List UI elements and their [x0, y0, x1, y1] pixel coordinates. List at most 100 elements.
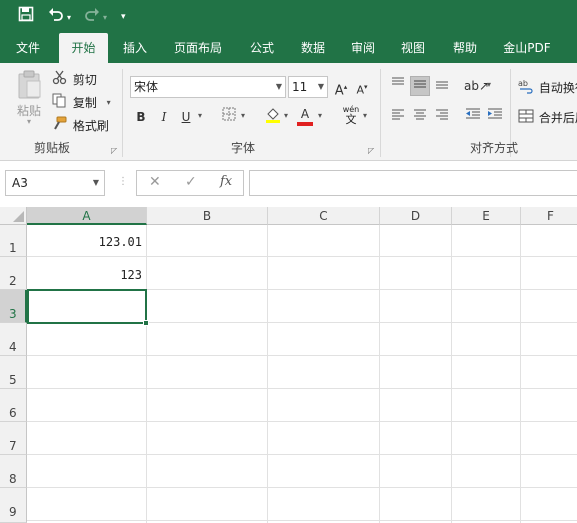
row-header-1[interactable]: 1 [0, 225, 27, 257]
shrink-font-icon: A [356, 83, 364, 97]
grow-font-button[interactable]: A▴ [331, 77, 351, 98]
underline-button[interactable]: U [176, 107, 196, 127]
fill-color-button[interactable] [263, 107, 283, 127]
font-size-value: 11 [292, 80, 308, 94]
worksheet-grid[interactable]: A B C D E F 1 2 3 4 5 6 7 8 9 123.01 123 [0, 207, 577, 523]
fill-handle[interactable] [143, 320, 149, 326]
row-header-2[interactable]: 2 [0, 257, 27, 290]
column-header-f[interactable]: F [521, 207, 577, 225]
name-box[interactable]: A3 ▼ [5, 170, 105, 196]
column-header-d[interactable]: D [380, 207, 452, 225]
column-header-c[interactable]: C [268, 207, 380, 225]
customize-qat-icon[interactable]: ▾ [121, 7, 126, 27]
tab-home[interactable]: 开始 [59, 33, 108, 63]
gridline [451, 225, 452, 523]
gridline [27, 355, 577, 356]
cancel-icon[interactable]: ✕ [149, 174, 161, 190]
gridline [27, 421, 577, 422]
format-painter-button[interactable]: 格式刷 [52, 116, 109, 134]
align-left-button[interactable] [388, 107, 408, 127]
ribbon-home: 粘贴 ▾ 剪切 复制 ▾ 格式刷 剪贴板 ◸ 宋体 ▼ 11 ▼ A▴ A▾ B… [0, 63, 577, 161]
paste-dropdown-icon[interactable]: ▾ [12, 118, 46, 126]
row-header-6[interactable]: 6 [0, 389, 27, 422]
tab-page-layout[interactable]: 页面布局 [166, 33, 230, 63]
copy-label: 复制 [72, 95, 97, 110]
bold-button[interactable]: B [131, 107, 151, 127]
cut-button[interactable]: 剪切 [52, 70, 97, 88]
scissors-icon [52, 70, 67, 89]
redo-icon[interactable] [84, 6, 100, 27]
align-right-button[interactable] [432, 107, 452, 127]
row-header-5[interactable]: 5 [0, 356, 27, 389]
save-icon[interactable] [18, 6, 34, 27]
font-name-select[interactable]: 宋体 ▼ [130, 76, 286, 98]
column-header-a[interactable]: A [27, 207, 147, 225]
alignment-group-label: 对齐方式 [470, 141, 519, 155]
cut-label: 剪切 [72, 72, 97, 87]
row-header-7[interactable]: 7 [0, 422, 27, 455]
shrink-font-button[interactable]: A▾ [352, 77, 372, 97]
cell-a1[interactable]: 123.01 [28, 235, 142, 249]
tab-help[interactable]: 帮助 [443, 33, 487, 63]
active-cell-a3[interactable] [27, 289, 147, 324]
paste-button[interactable]: 粘贴 ▾ [12, 69, 46, 126]
align-middle-button[interactable] [410, 76, 430, 96]
row-header-9[interactable]: 9 [0, 488, 27, 523]
decrease-indent-icon [466, 108, 480, 119]
formula-bar: A3 ▼ ⋮ ✕ ✓ fx [0, 161, 577, 207]
align-left-icon [392, 109, 404, 120]
formula-bar-grip-icon[interactable]: ⋮ [118, 176, 128, 187]
borders-button[interactable] [219, 107, 239, 127]
svg-text:ab: ab [518, 79, 528, 88]
chevron-down-icon: ▼ [317, 82, 324, 91]
font-size-select[interactable]: 11 ▼ [288, 76, 328, 98]
enter-icon[interactable]: ✓ [185, 174, 197, 190]
increase-indent-button[interactable] [485, 107, 505, 127]
tab-file[interactable]: 文件 [6, 33, 50, 63]
borders-dropdown-icon[interactable]: ▾ [241, 111, 245, 120]
merge-center-button[interactable]: 合并后居中 [518, 108, 577, 127]
font-launcher-icon[interactable]: ◸ [368, 146, 374, 155]
italic-button[interactable]: I [154, 107, 174, 127]
clipboard-launcher-icon[interactable]: ◸ [111, 146, 117, 155]
redo-dropdown-icon[interactable]: ▾ [103, 8, 107, 28]
tab-insert[interactable]: 插入 [113, 33, 157, 63]
font-color-dropdown-icon[interactable]: ▾ [318, 111, 322, 120]
select-all-triangle-icon [13, 211, 24, 222]
underline-dropdown-icon[interactable]: ▾ [198, 111, 202, 120]
row-header-4[interactable]: 4 [0, 323, 27, 356]
row-header-8[interactable]: 8 [0, 455, 27, 488]
tab-formulas[interactable]: 公式 [240, 33, 284, 63]
fill-color-dropdown-icon[interactable]: ▾ [284, 111, 288, 120]
decrease-indent-button[interactable] [463, 107, 483, 127]
gridline [520, 225, 521, 523]
align-top-button[interactable] [388, 76, 408, 96]
merge-center-label: 合并后居中 [538, 111, 577, 125]
font-color-button[interactable]: A [295, 106, 315, 126]
copy-dropdown-icon[interactable]: ▾ [107, 98, 111, 107]
tab-kingsoft-pdf[interactable]: 金山PDF [497, 33, 557, 63]
orientation-dropdown-icon[interactable]: ▾ [487, 80, 491, 89]
column-header-b[interactable]: B [147, 207, 268, 225]
tab-data[interactable]: 数据 [291, 33, 335, 63]
copy-button[interactable]: 复制 ▾ [52, 93, 111, 111]
align-center-button[interactable] [410, 107, 430, 127]
formula-input[interactable] [249, 170, 577, 196]
tab-view[interactable]: 视图 [391, 33, 435, 63]
column-header-e[interactable]: E [452, 207, 521, 225]
tab-review[interactable]: 审阅 [341, 33, 385, 63]
undo-dropdown-icon[interactable]: ▾ [67, 8, 71, 28]
select-all-button[interactable] [0, 207, 27, 225]
quick-access-toolbar: ▾ ▾ ▾ [0, 0, 577, 33]
orientation-button[interactable]: ab↗ [464, 76, 489, 96]
phonetic-dropdown-icon[interactable]: ▾ [363, 111, 367, 120]
align-bottom-button[interactable] [432, 76, 452, 96]
undo-icon[interactable] [48, 6, 64, 27]
font-name-value: 宋体 [134, 80, 159, 94]
cell-a2[interactable]: 123 [28, 268, 142, 282]
phonetic-button[interactable]: wén 文 [340, 105, 362, 126]
gridline [27, 520, 577, 521]
row-header-3[interactable]: 3 [0, 290, 27, 323]
insert-function-button[interactable]: fx [220, 174, 232, 189]
wrap-text-button[interactable]: ab 自动换行 [518, 78, 577, 97]
